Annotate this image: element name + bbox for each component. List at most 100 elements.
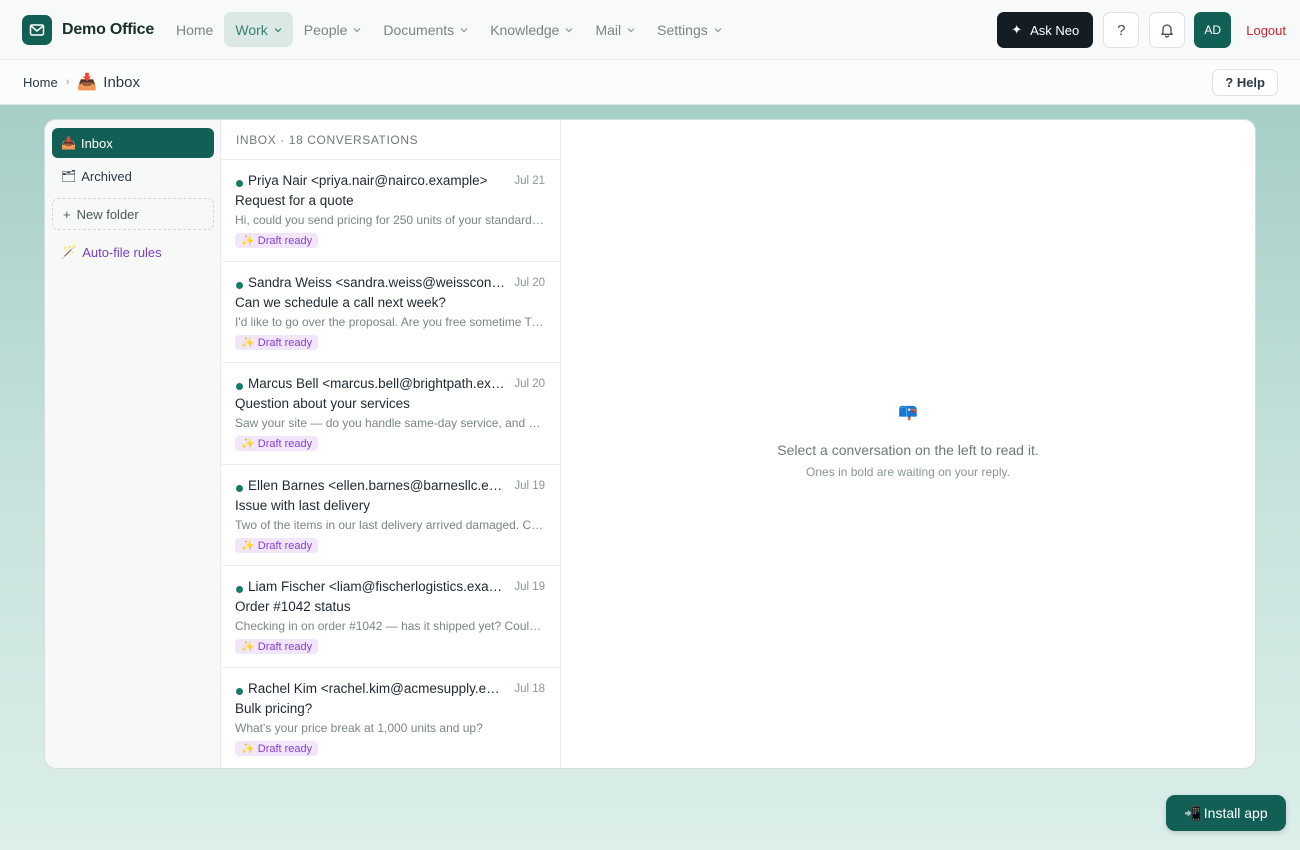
unread-dot [236, 383, 243, 390]
folder-inbox[interactable]: 📥 Inbox [52, 128, 214, 158]
ask-neo-label: Ask Neo [1030, 22, 1080, 38]
conversation-item[interactable]: Rachel Kim <rachel.kim@acmesupply.exampl… [221, 668, 560, 769]
breadcrumb-home[interactable]: Home [23, 75, 58, 90]
unread-dot [236, 586, 243, 593]
nav-item-settings[interactable]: Settings [646, 12, 733, 47]
chevron-down-icon [353, 27, 361, 32]
nav-item-work[interactable]: Work [224, 12, 293, 47]
breadcrumb-current-label: Inbox [103, 73, 140, 91]
conversation-subject: Issue with last delivery [235, 497, 371, 513]
conversation-item[interactable]: Sandra Weiss <sandra.weiss@weissconsulti… [221, 262, 560, 363]
question-icon: ? [1117, 21, 1126, 39]
nav-item-label: Work [235, 21, 268, 38]
conversation-sender: Sandra Weiss <sandra.weiss@weissconsulti… [248, 274, 506, 290]
main-nav: Home Work People Documents Knowledge Mail Sett… [165, 12, 733, 47]
breadcrumb-separator: › [65, 76, 70, 88]
mail-panel: 📥 Inbox 🗂 Archived + New folder 🪄 Auto-f… [44, 119, 1256, 769]
notifications-button[interactable] [1149, 12, 1186, 48]
conversation-sender: Priya Nair <priya.nair@nairco.example> [248, 173, 488, 188]
nav-item-label: Settings [657, 21, 708, 38]
auto-file-rules-link[interactable]: 🪄 Auto-file rules [61, 244, 162, 260]
breadcrumb: Home › 📥 Inbox [23, 72, 140, 92]
conversation-sender: Ellen Barnes <ellen.barnes@barnesllc.exa… [248, 477, 506, 493]
magic-wand-icon: 🪄 [61, 244, 78, 259]
list-header: Inbox · 18 conversations [221, 120, 560, 160]
nav-item-people[interactable]: People [293, 12, 373, 47]
mailbox-icon: 📪 [898, 404, 918, 421]
conversation-preview: Saw your site — do you handle same-day s… [235, 416, 546, 430]
draft-ready-badge: ✨ Draft ready [235, 233, 319, 248]
conversation-date: Jul 21 [514, 175, 545, 187]
conversation-preview: I'd like to go over the proposal. Are yo… [235, 314, 546, 329]
conversation-item[interactable]: Liam Fischer <liam@fischerlogistics.exam… [221, 566, 560, 668]
draft-ready-badge: ✨ Draft ready [235, 740, 319, 756]
conversation-item[interactable]: Marcus Bell <marcus.bell@brightpath.exam… [221, 363, 560, 465]
conversation-date: Jul 19 [514, 581, 545, 593]
draft-ready-badge: ✨ Draft ready [235, 537, 319, 553]
folder-archived[interactable]: 🗂 Archived [52, 161, 214, 191]
mobile-install-icon: 📲 [1184, 804, 1202, 821]
conversation-date: Jul 19 [514, 479, 545, 492]
conversation-date: Jul 18 [514, 682, 545, 695]
empty-state-message: Select a conversation on the left to rea… [777, 442, 1039, 458]
logout-link[interactable]: Logout [1246, 23, 1286, 38]
conversation-subject: Request for a quote [235, 193, 354, 208]
unread-dot [236, 687, 243, 695]
brand-name: Demo Office [62, 21, 155, 38]
reading-pane: 📪 Select a conversation on the left to r… [561, 120, 1255, 768]
conversation-subject: Can we schedule a call next week? [235, 294, 446, 310]
new-folder-button[interactable]: + New folder [52, 198, 214, 230]
conversation-sender: Liam Fischer <liam@fischerlogistics.exam… [248, 579, 506, 594]
inbox-tray-icon: 📥 [77, 74, 98, 91]
empty-state: 📪 Select a conversation on the left to r… [561, 402, 1255, 479]
nav-item-label: People [303, 21, 348, 38]
help-icon-button[interactable]: ? [1103, 12, 1140, 48]
install-app-label: Install app [1203, 805, 1268, 821]
conversation-sender: Marcus Bell <marcus.bell@brightpath.exam… [248, 376, 506, 391]
avatar[interactable]: AD [1194, 12, 1232, 48]
auto-file-rules-label: Auto-file rules [82, 244, 162, 260]
folder-label: Inbox [80, 135, 113, 151]
unread-dot [236, 484, 243, 492]
conversation-date: Jul 20 [514, 378, 545, 390]
breadcrumb-current: 📥 Inbox [77, 72, 140, 92]
draft-ready-badge: ✨ Draft ready [235, 639, 319, 654]
draft-ready-badge: ✨ Draft ready [235, 436, 319, 451]
nav-item-home[interactable]: Home [165, 12, 224, 47]
nav-item-label: Home [176, 21, 214, 38]
conversation-item[interactable]: Priya Nair <priya.nair@nairco.example> Ju… [221, 160, 560, 262]
ask-neo-button[interactable]: ✦ Ask Neo [997, 12, 1094, 48]
brand[interactable]: Demo Office [22, 15, 154, 45]
conversation-date: Jul 20 [514, 276, 545, 289]
conversation-subject: Bulk pricing? [235, 700, 313, 716]
conversation-preview: What's your price break at 1,000 units a… [235, 720, 483, 735]
draft-ready-badge: ✨ Draft ready [235, 334, 319, 350]
chevron-down-icon [460, 27, 468, 32]
chevron-down-icon [714, 27, 722, 32]
nav-item-mail[interactable]: Mail [584, 12, 646, 47]
conversation-subject: Question about your services [235, 396, 410, 411]
top-nav: Demo Office Home Work People Documents Knowl… [0, 0, 1300, 60]
nav-item-documents[interactable]: Documents [372, 12, 479, 47]
nav-item-label: Documents [383, 21, 455, 38]
nav-item-label: Mail [595, 21, 622, 38]
conversation-preview: Hi, could you send pricing for 250 units… [235, 213, 546, 227]
chevron-down-icon [274, 27, 282, 32]
install-app-button[interactable]: 📲 Install app [1166, 795, 1286, 831]
chevron-down-icon [627, 27, 635, 32]
folder-label: Archived [81, 168, 132, 184]
help-button[interactable]: ? Help [1212, 69, 1278, 96]
nav-actions: ✦ Ask Neo ? AD Logout [997, 12, 1286, 48]
bell-icon [1161, 24, 1174, 38]
plus-icon: + [63, 206, 71, 222]
conversation-item[interactable]: Ellen Barnes <ellen.barnes@barnesllc.exa… [221, 465, 560, 566]
unread-dot [236, 180, 243, 187]
card-index-icon: 🗂 [61, 169, 77, 183]
nav-item-label: Knowledge [490, 21, 560, 38]
conversation-preview: Checking in on order #1042 — has it ship… [235, 619, 546, 633]
unread-dot [236, 281, 243, 289]
conversation-list: Inbox · 18 conversations Priya Nair <pri… [221, 120, 561, 769]
sparkle-icon: ✦ [1011, 22, 1023, 37]
nav-item-knowledge[interactable]: Knowledge [479, 12, 584, 47]
breadcrumb-bar: Home › 📥 Inbox ? Help [0, 60, 1300, 105]
